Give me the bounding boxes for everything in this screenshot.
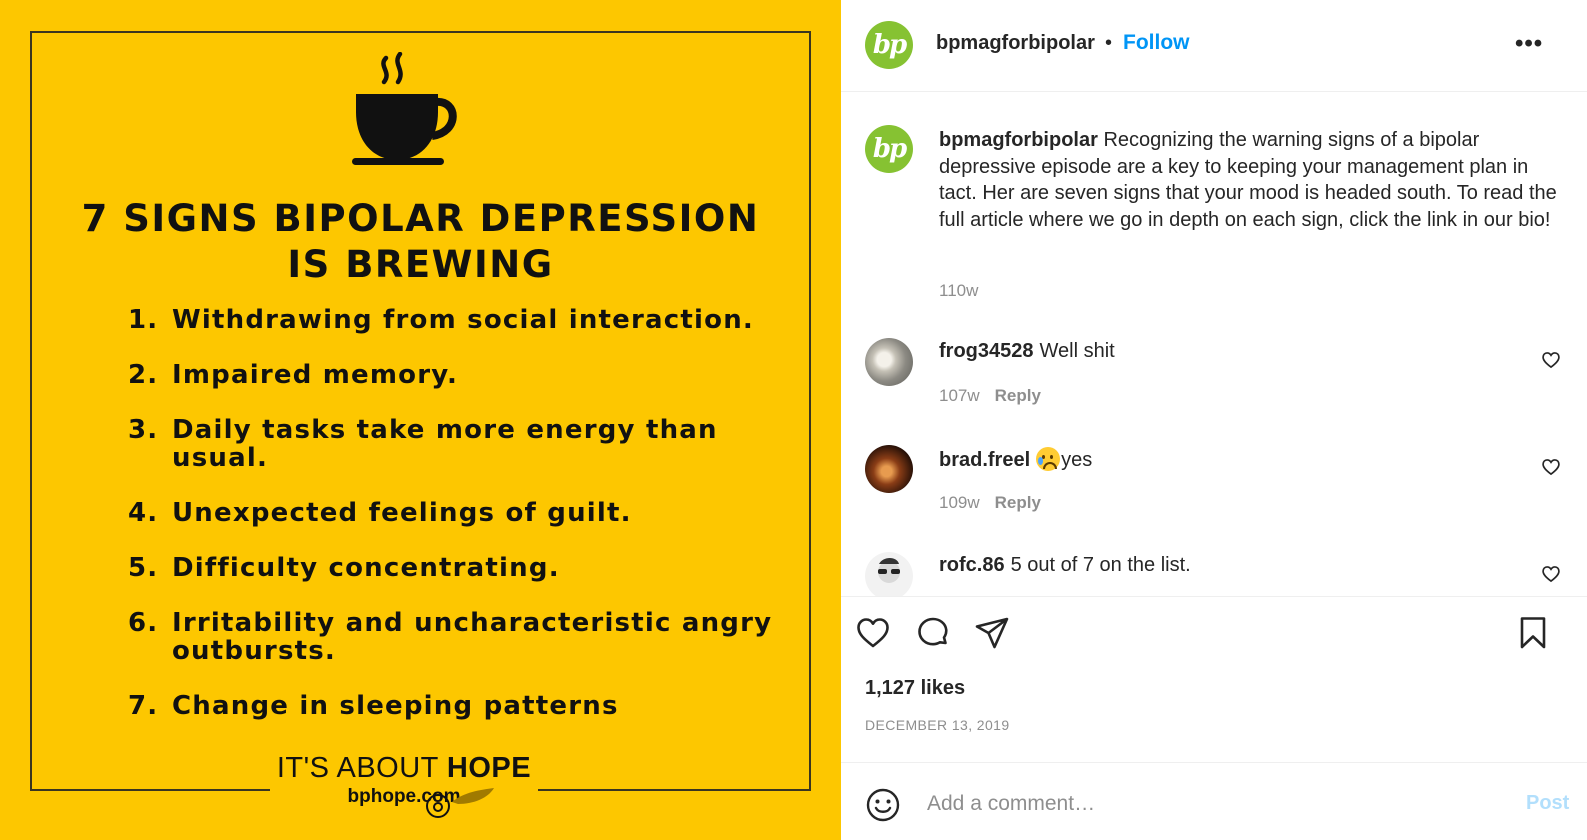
- like-comment-heart-icon[interactable]: [1541, 564, 1561, 584]
- sign-item: 5. Difficulty concentrating.: [128, 554, 788, 582]
- hope-tagline: IT'S ABOUT HOPE: [276, 752, 532, 784]
- save-bookmark-icon[interactable]: [1515, 615, 1551, 651]
- likes-count[interactable]: 1,127 likes: [865, 677, 965, 700]
- sign-text: Unexpected feelings of guilt.: [172, 498, 632, 528]
- coffee-cup-icon: [352, 52, 457, 165]
- comment-bubble-icon[interactable]: [915, 615, 951, 651]
- sign-text: Withdrawing from social interaction.: [172, 305, 754, 335]
- person-silhouette-icon: [878, 558, 900, 583]
- like-comment-heart-icon[interactable]: [1541, 457, 1561, 477]
- post-header: bp bpmagforbipolar • Follow •••: [841, 0, 1587, 92]
- signs-list: 1. Withdrawing from social interaction. 2.…: [128, 306, 788, 747]
- sign-text: Difficulty concentrating.: [172, 553, 560, 583]
- reply-button[interactable]: Reply: [995, 386, 1041, 405]
- post-actions: 1,127 likes DECEMBER 13, 2019: [841, 596, 1587, 756]
- sign-text: Impaired memory.: [172, 360, 459, 390]
- like-heart-icon[interactable]: [855, 615, 891, 651]
- poster-title-line2: IS BREWING: [287, 243, 554, 286]
- comment-line: rofc.86 5 out of 7 on the list.: [939, 554, 1191, 577]
- separator-dot: •: [1105, 32, 1113, 54]
- sign-number: 1.: [128, 305, 159, 335]
- crying-face-emoji-icon: [1036, 447, 1061, 471]
- sign-number: 4.: [128, 498, 159, 528]
- comment-timestamp[interactable]: 107w: [939, 386, 980, 405]
- comment-meta: 109w Reply: [939, 493, 1041, 513]
- post-comment-button[interactable]: Post: [1526, 792, 1569, 815]
- comment-text: yes: [1061, 449, 1093, 471]
- comment-input[interactable]: [927, 781, 1487, 827]
- caption-username[interactable]: bpmagforbipolar: [939, 129, 1098, 151]
- sign-number: 2.: [128, 360, 159, 390]
- sign-number: 7.: [128, 691, 159, 721]
- commenter-avatar[interactable]: [865, 445, 913, 493]
- emoji-smiley-icon[interactable]: [865, 787, 901, 823]
- sign-item: 6. Irritability and uncharacteristic angr…: [128, 609, 788, 665]
- sign-text: Change in sleeping patterns: [172, 691, 619, 721]
- commenter-avatar[interactable]: [865, 338, 913, 386]
- more-options-icon[interactable]: •••: [1515, 30, 1543, 58]
- sign-item: 4. Unexpected feelings of guilt.: [128, 499, 788, 527]
- sign-item: 2. Impaired memory.: [128, 361, 788, 389]
- poster-title-line1: 7 SIGNS BIPOLAR DEPRESSION: [81, 197, 760, 240]
- post-caption: bpmagforbipolar Recognizing the warning …: [939, 127, 1559, 233]
- sign-number: 6.: [128, 608, 159, 638]
- comment-item: frog34528 Well shit 107w Reply: [841, 338, 1587, 438]
- caption-avatar[interactable]: bp: [865, 125, 913, 173]
- commenter-avatar[interactable]: [865, 552, 913, 596]
- sign-item: 1. Withdrawing from social interaction.: [128, 306, 788, 334]
- comment-meta: 107w Reply: [939, 386, 1041, 406]
- comment-username[interactable]: frog34528: [939, 340, 1034, 362]
- sign-item: 3. Daily tasks take more energy than usua…: [128, 416, 788, 472]
- post-date[interactable]: DECEMBER 13, 2019: [865, 717, 1010, 733]
- sign-text: Irritability and uncharacteristic angry …: [172, 608, 773, 666]
- comment-line: brad.freel yes: [939, 447, 1092, 472]
- poster-title: 7 SIGNS BIPOLAR DEPRESSION IS BREWING: [30, 196, 811, 288]
- add-comment-bar: Post: [841, 762, 1587, 840]
- brand-logo-swirl: [426, 788, 494, 818]
- share-send-icon[interactable]: [974, 615, 1010, 651]
- comment-item: rofc.86 5 out of 7 on the list.: [841, 552, 1587, 596]
- reply-button[interactable]: Reply: [995, 493, 1041, 512]
- like-comment-heart-icon[interactable]: [1541, 350, 1561, 370]
- comment-line: frog34528 Well shit: [939, 340, 1115, 363]
- author-username[interactable]: bpmagforbipolar: [936, 32, 1095, 55]
- comments-section[interactable]: bp bpmagforbipolar Recognizing the warni…: [841, 92, 1587, 596]
- comment-timestamp[interactable]: 109w: [939, 493, 980, 512]
- post-image: 7 SIGNS BIPOLAR DEPRESSION IS BREWING 1.…: [0, 0, 841, 840]
- sign-number: 3.: [128, 415, 159, 445]
- caption-timestamp[interactable]: 110w: [939, 281, 978, 301]
- comment-text: Well shit: [1039, 340, 1115, 362]
- author-avatar[interactable]: bp: [865, 21, 913, 69]
- sign-item: 7. Change in sleeping patterns: [128, 692, 788, 720]
- comment-username[interactable]: brad.freel: [939, 449, 1030, 471]
- comment-username[interactable]: rofc.86: [939, 554, 1005, 576]
- follow-button[interactable]: Follow: [1123, 31, 1190, 55]
- post-side-panel: bp bpmagforbipolar • Follow ••• bp bpmag…: [841, 0, 1587, 840]
- sign-number: 5.: [128, 553, 159, 583]
- comment-item: brad.freel yes 109w Reply: [841, 445, 1587, 545]
- sign-text: Daily tasks take more energy than usual.: [172, 415, 718, 473]
- comment-text: 5 out of 7 on the list.: [1010, 554, 1191, 576]
